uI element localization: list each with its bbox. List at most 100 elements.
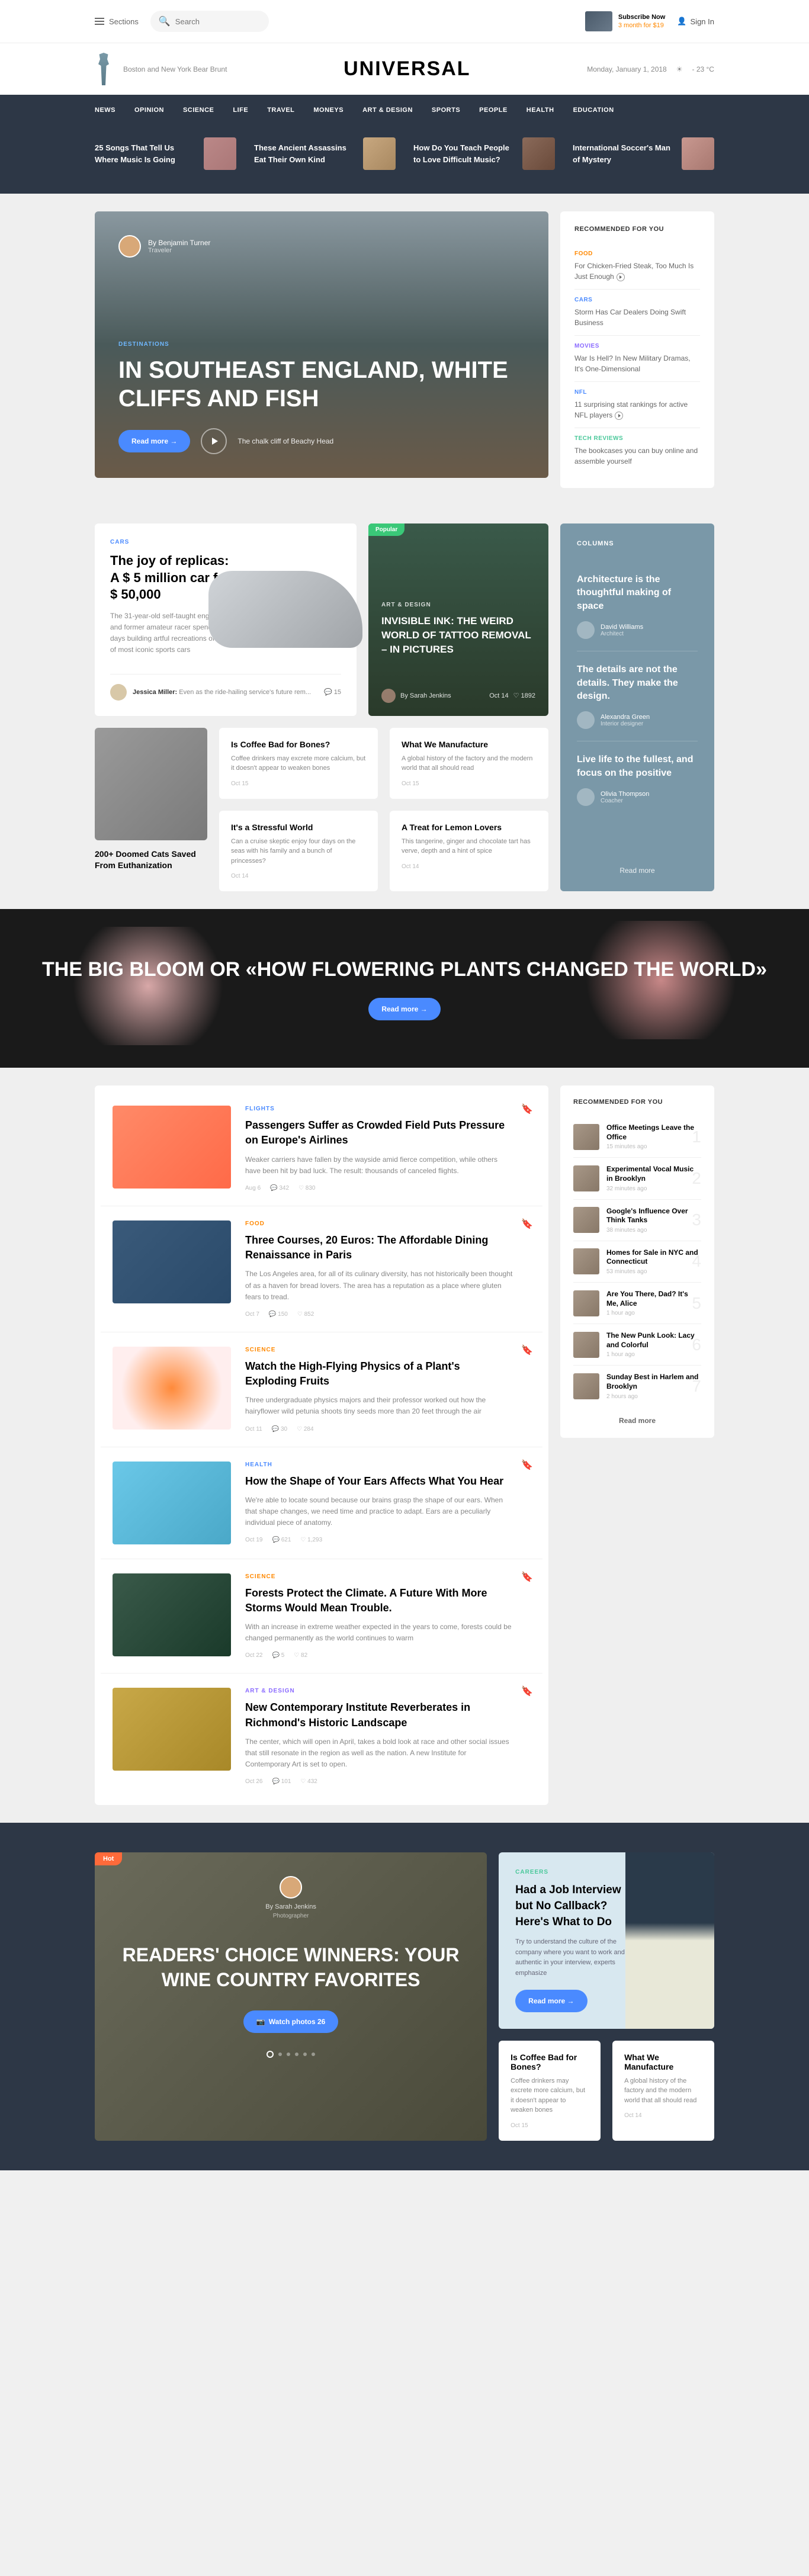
- recommended-item[interactable]: Are You There, Dad? It's Me, Alice1 hour…: [573, 1283, 701, 1324]
- nav-item[interactable]: PEOPLE: [479, 95, 508, 126]
- article-thumb: [113, 1573, 231, 1656]
- heart-icon: ♡ 284: [297, 1426, 313, 1432]
- article-title: Watch the High-Flying Physics of a Plant…: [245, 1359, 513, 1389]
- article-row[interactable]: FLIGHTS Passengers Suffer as Crowded Fie…: [101, 1091, 542, 1206]
- rec-text: For Chicken-Fried Steak, Too Much Is Jus…: [574, 261, 700, 282]
- rec-text: War Is Hell? In New Military Dramas, It'…: [574, 353, 700, 374]
- joy-card[interactable]: CARS The joy of replicas: A $ 5 million …: [95, 523, 357, 716]
- main-nav: NEWS OPINION SCIENCE LIFE TRAVEL MONEYS ART & …: [0, 95, 809, 126]
- column-title: The details are not the details. They ma…: [577, 663, 698, 703]
- readmore-button[interactable]: Read more →: [515, 1990, 587, 2012]
- tattoo-card[interactable]: Popular ART & DESIGN INVISIBLE INK: THE …: [368, 523, 548, 716]
- card-title: 200+ Doomed Cats Saved From Euthanizatio…: [95, 849, 207, 872]
- author-name: By Sarah Jenkins: [265, 1903, 316, 1910]
- nav-item[interactable]: EDUCATION: [573, 95, 614, 126]
- recommended-item[interactable]: Sunday Best in Harlem and Brooklyn2 hour…: [573, 1366, 701, 1406]
- nav-item[interactable]: ART & DESIGN: [362, 95, 413, 126]
- search-input[interactable]: [175, 17, 261, 26]
- recommended-item[interactable]: NFL11 surprising stat rankings for activ…: [574, 382, 700, 428]
- mini-card[interactable]: Is Coffee Bad for Bones?Coffee drinkers …: [499, 2041, 601, 2141]
- nav-item[interactable]: SPORTS: [432, 95, 460, 126]
- column-item[interactable]: Architecture is the thoughtful making of…: [577, 561, 698, 651]
- date: Oct 22: [245, 1652, 262, 1659]
- nav-item[interactable]: HEALTH: [527, 95, 554, 126]
- recommended-item[interactable]: Office Meetings Leave the Office15 minut…: [573, 1116, 701, 1158]
- watch-photos-button[interactable]: 📷 Watch photos 26: [243, 2010, 339, 2033]
- article-thumb: [113, 1462, 231, 1544]
- rec-title: Are You There, Dad? It's Me, Alice: [606, 1290, 701, 1308]
- column-title: Architecture is the thoughtful making of…: [577, 573, 698, 613]
- readmore-button[interactable]: Read more →: [118, 430, 190, 452]
- cat-card[interactable]: 200+ Doomed Cats Saved From Euthanizatio…: [95, 728, 207, 892]
- bookmark-icon[interactable]: 🔖: [521, 1103, 533, 1115]
- signin-button[interactable]: 👤 Sign In: [677, 17, 714, 26]
- category-label: CARS: [574, 297, 700, 303]
- user-icon: 👤: [677, 17, 686, 26]
- careers-card[interactable]: CAREERS Had a Job Interview but No Callb…: [499, 1852, 714, 2028]
- search-box[interactable]: 🔍: [150, 11, 269, 32]
- mini-card[interactable]: A Treat for Lemon LoversThis tangerine, …: [390, 811, 548, 892]
- article-row[interactable]: SCIENCE Watch the High-Flying Physics of…: [101, 1332, 542, 1447]
- trending-item[interactable]: International Soccer's Man of Mystery: [573, 137, 714, 170]
- mini-card[interactable]: It's a Stressful WorldCan a cruise skept…: [219, 811, 378, 892]
- column-item[interactable]: The details are not the details. They ma…: [577, 651, 698, 741]
- recommended-item[interactable]: Google's Influence Over Think Tanks38 mi…: [573, 1200, 701, 1241]
- rec-thumb: [573, 1124, 599, 1150]
- nav-item[interactable]: OPINION: [134, 95, 164, 126]
- carousel-dots[interactable]: [267, 2051, 315, 2058]
- bookmark-icon[interactable]: 🔖: [521, 1571, 533, 1583]
- mini-card[interactable]: What We ManufactureA global history of t…: [390, 728, 548, 799]
- card-title: Is Coffee Bad for Bones?: [511, 2053, 589, 2071]
- bookmark-icon[interactable]: 🔖: [521, 1459, 533, 1471]
- date: Oct 15: [402, 780, 537, 787]
- hero-category: DESTINATIONS: [118, 341, 525, 348]
- column-item[interactable]: Live life to the fullest, and focus on t…: [577, 741, 698, 818]
- nav-item[interactable]: NEWS: [95, 95, 115, 126]
- heart-icon: ♡ 830: [298, 1185, 315, 1191]
- bookmark-icon[interactable]: 🔖: [521, 1344, 533, 1356]
- trending-item[interactable]: How Do You Teach People to Love Difficul…: [413, 137, 555, 170]
- article-row[interactable]: FOOD Three Courses, 20 Euros: The Afford…: [101, 1206, 542, 1332]
- article-title: How the Shape of Your Ears Affects What …: [245, 1474, 513, 1489]
- date: Oct 15: [511, 2122, 589, 2129]
- sections-button[interactable]: Sections: [95, 17, 139, 26]
- readmore-link[interactable]: Read more: [577, 857, 698, 875]
- nav-item[interactable]: TRAVEL: [267, 95, 294, 126]
- recommended-item[interactable]: CARSStorm Has Car Dealers Doing Swift Bu…: [574, 290, 700, 336]
- bookmark-icon[interactable]: 🔖: [521, 1685, 533, 1697]
- card-title: A Treat for Lemon Lovers: [402, 823, 537, 832]
- nav-item[interactable]: SCIENCE: [183, 95, 214, 126]
- recommended-item[interactable]: Homes for Sale in NYC and Connecticut53 …: [573, 1241, 701, 1283]
- recommended-item[interactable]: Experimental Vocal Music in Brooklyn32 m…: [573, 1158, 701, 1199]
- subscribe-promo[interactable]: Subscribe Now 3 month for $19: [585, 11, 665, 31]
- recommended-item[interactable]: MOVIESWar Is Hell? In New Military Drama…: [574, 336, 700, 382]
- nav-item[interactable]: MONEYS: [313, 95, 343, 126]
- logo[interactable]: UNIVERSAL: [343, 57, 470, 81]
- date: Oct 11: [245, 1426, 262, 1432]
- play-button[interactable]: [201, 428, 227, 454]
- readmore-link[interactable]: Read more: [573, 1417, 701, 1425]
- recommended-item[interactable]: The New Punk Look: Lacy and Colorful1 ho…: [573, 1324, 701, 1366]
- recommended-item[interactable]: FOODFor Chicken-Fried Steak, Too Much Is…: [574, 243, 700, 290]
- article-row[interactable]: HEALTH How the Shape of Your Ears Affect…: [101, 1447, 542, 1559]
- article-desc: The center, which will open in April, ta…: [245, 1736, 513, 1771]
- article-row[interactable]: SCIENCE Forests Protect the Climate. A F…: [101, 1559, 542, 1674]
- recommended-item[interactable]: TECH REVIEWSThe bookcases you can buy on…: [574, 428, 700, 474]
- nav-item[interactable]: LIFE: [233, 95, 248, 126]
- mini-card[interactable]: Is Coffee Bad for Bones?Coffee drinkers …: [219, 728, 378, 799]
- readers-choice-card[interactable]: Hot By Sarah Jenkins Photographer READER…: [95, 1852, 487, 2140]
- trending-item[interactable]: These Ancient Assassins Eat Their Own Ki…: [254, 137, 396, 170]
- article-title: New Contemporary Institute Reverberates …: [245, 1700, 513, 1730]
- bookmark-icon[interactable]: 🔖: [521, 1218, 533, 1230]
- article-row[interactable]: ART & DESIGN New Contemporary Institute …: [101, 1674, 542, 1799]
- bigbloom-banner[interactable]: THE BIG BLOOM OR «HOW FLOWERING PLANTS C…: [0, 909, 809, 1068]
- trending-item[interactable]: 25 Songs That Tell Us Where Music Is Goi…: [95, 137, 236, 170]
- category-label: ART & DESIGN: [381, 602, 535, 608]
- mini-card[interactable]: What We ManufactureA global history of t…: [612, 2041, 714, 2141]
- article-desc: With an increase in extreme weather expe…: [245, 1621, 513, 1644]
- readmore-button[interactable]: Read more →: [368, 998, 440, 1020]
- hero-article[interactable]: By Benjamin Turner Traveler DESTINATIONS…: [95, 211, 548, 478]
- trending-thumb: [204, 137, 236, 170]
- category-label: FLIGHTS: [245, 1106, 513, 1112]
- trending-thumb: [522, 137, 555, 170]
